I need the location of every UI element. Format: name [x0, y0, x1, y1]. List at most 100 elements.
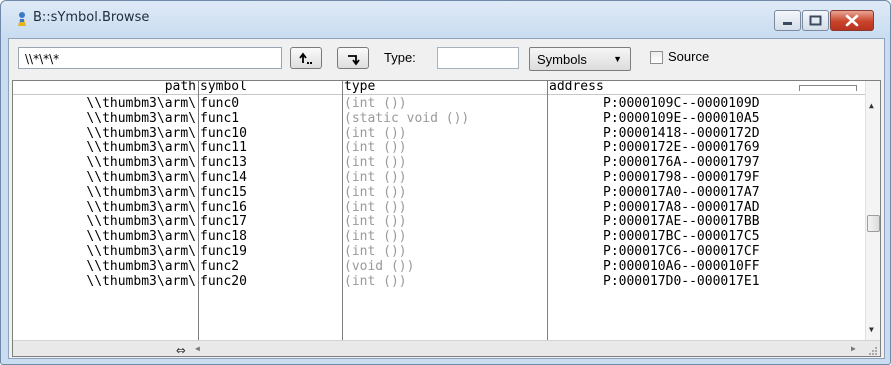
window-title: B::sYmbol.Browse — [33, 10, 150, 25]
cell-symbol: func17 — [200, 214, 247, 230]
cell-address: P:000010A6--000010FF — [603, 258, 760, 274]
cell-symbol: func13 — [200, 155, 247, 171]
table-row[interactable]: \\thumbm3\arm\ func1 (static void ()) P:000… — [13, 111, 868, 126]
table-row[interactable]: \\thumbm3\arm\ func19 (int ()) P:000017C6--… — [13, 244, 868, 259]
cell-type: (int ()) — [344, 155, 407, 171]
cell-symbol: func0 — [200, 96, 240, 111]
header-path[interactable]: path — [13, 81, 196, 94]
table-row[interactable]: \\thumbm3\arm\ func0 (int ()) P:0000109C--0… — [13, 96, 868, 111]
up-button[interactable] — [290, 47, 322, 69]
cell-symbol: func14 — [200, 170, 247, 185]
cell-type: (int ()) — [344, 199, 407, 215]
symbol-table[interactable]: path symbol type address \\thumbm3\arm\ f… — [12, 80, 881, 357]
scroll-thumb[interactable] — [867, 215, 880, 232]
table-row[interactable]: \\thumbm3\arm\ func14 (int ()) P:00001798--… — [13, 170, 868, 185]
cell-address: P:00001798--0000179F — [603, 170, 760, 185]
close-button[interactable] — [830, 10, 874, 31]
source-label: Source — [668, 49, 710, 64]
client-area: \\*\*\* Type: Symbols ▼ Source path symb… — [8, 38, 885, 359]
cell-type: (int ()) — [344, 96, 407, 111]
cell-symbol: func20 — [200, 273, 247, 289]
maximize-button[interactable] — [802, 10, 829, 31]
table-row[interactable]: \\thumbm3\arm\ func11 (int ()) P:0000172E--… — [13, 140, 868, 155]
table-row[interactable]: \\thumbm3\arm\ func16 (int ()) P:000017A8--… — [13, 200, 868, 215]
symbols-select-value: Symbols — [537, 52, 587, 67]
header-divider — [13, 94, 880, 95]
cell-path: \\thumbm3\arm\ — [86, 229, 196, 245]
table-row[interactable]: \\thumbm3\arm\ func2 (void ()) P:000010A6--… — [13, 259, 868, 274]
return-arrow-icon — [348, 55, 360, 66]
table-row[interactable]: \\thumbm3\arm\ func13 (int ()) P:0000176A--… — [13, 155, 868, 170]
cell-address: P:000017D0--000017E1 — [603, 273, 760, 289]
cell-address: P:00001418--0000172D — [603, 125, 760, 141]
cell-address: P:0000172E--00001769 — [603, 140, 760, 156]
cell-path: \\thumbm3\arm\ — [86, 170, 196, 185]
cell-type: (int ()) — [344, 140, 407, 156]
cell-type: (void ()) — [344, 258, 415, 274]
cell-path: \\thumbm3\arm\ — [86, 155, 196, 171]
cell-symbol: func16 — [200, 199, 247, 215]
source-checkbox[interactable] — [650, 51, 663, 64]
table-row[interactable]: \\thumbm3\arm\ func15 (int ()) P:000017A0--… — [13, 185, 868, 200]
up-arrow-icon — [299, 52, 312, 64]
cell-path: \\thumbm3\arm\ — [86, 244, 196, 259]
return-button[interactable] — [337, 47, 369, 69]
vertical-scrollbar[interactable]: ▲ ▼ — [865, 81, 880, 340]
header-symbol[interactable]: symbol — [200, 81, 247, 94]
table-row[interactable]: \\thumbm3\arm\ func17 (int ()) P:000017AE--… — [13, 214, 868, 229]
resize-grip-icon[interactable] — [867, 345, 878, 356]
cell-symbol: func15 — [200, 184, 247, 200]
cell-path: \\thumbm3\arm\ — [86, 214, 196, 230]
header-type[interactable]: type — [344, 81, 375, 94]
type-input[interactable] — [437, 47, 519, 69]
cell-address: P:0000176A--00001797 — [603, 155, 760, 171]
cell-type: (static void ()) — [344, 110, 470, 126]
cell-path: \\thumbm3\arm\ — [86, 110, 196, 126]
cell-path: \\thumbm3\arm\ — [86, 199, 196, 215]
person-icon — [18, 12, 26, 26]
cell-path: \\thumbm3\arm\ — [86, 258, 196, 274]
cell-address: P:000017AE--000017BB — [603, 214, 760, 230]
filter-input[interactable]: \\*\*\* — [18, 47, 282, 69]
type-label: Type: — [384, 50, 416, 65]
scroll-up-icon[interactable]: ▲ — [869, 101, 874, 110]
cell-symbol: func18 — [200, 229, 247, 245]
cell-address: P:000017A0--000017A7 — [603, 184, 760, 200]
cell-type: (int ()) — [344, 229, 407, 245]
cell-symbol: func10 — [200, 125, 247, 141]
cell-type: (int ()) — [344, 125, 407, 141]
table-header: path symbol type address — [13, 81, 880, 94]
cell-path: \\thumbm3\arm\ — [86, 140, 196, 156]
scroll-right-icon[interactable]: ▶ — [851, 344, 856, 353]
scroll-down-icon[interactable]: ▼ — [869, 325, 874, 334]
cell-address: P:0000109C--0000109D — [603, 96, 760, 111]
maximize-icon — [809, 15, 822, 26]
table-row[interactable]: \\thumbm3\arm\ func10 (int ()) P:00001418--… — [13, 126, 868, 141]
title-bar[interactable]: B::sYmbol.Browse — [1, 1, 890, 37]
cell-type: (int ()) — [344, 184, 407, 200]
cell-symbol: func1 — [200, 110, 240, 126]
chevron-down-icon: ▼ — [613, 54, 622, 64]
table-row[interactable]: \\thumbm3\arm\ func18 (int ()) P:000017BC--… — [13, 229, 868, 244]
scroll-left-icon[interactable]: ◀ — [195, 344, 200, 353]
header-spacer — [799, 85, 857, 91]
minimize-button[interactable] — [774, 10, 801, 31]
cell-symbol: func19 — [200, 244, 247, 259]
cell-type: (int ()) — [344, 214, 407, 230]
column-resize-icon[interactable]: ⇔ — [176, 342, 186, 357]
toolbar: \\*\*\* Type: Symbols ▼ Source — [9, 39, 884, 79]
table-row[interactable]: \\thumbm3\arm\ func20 (int ()) P:000017D0--… — [13, 274, 868, 289]
cell-path: \\thumbm3\arm\ — [86, 96, 196, 111]
cell-address: P:000017BC--000017C5 — [603, 229, 760, 245]
cell-path: \\thumbm3\arm\ — [86, 273, 196, 289]
cell-path: \\thumbm3\arm\ — [86, 184, 196, 200]
close-icon — [845, 14, 859, 27]
header-address[interactable]: address — [549, 81, 604, 94]
cell-symbol: func2 — [200, 258, 240, 274]
symbols-select[interactable]: Symbols ▼ — [529, 47, 631, 71]
cell-address: P:0000109E--000010A5 — [603, 110, 760, 126]
cell-path: \\thumbm3\arm\ — [86, 125, 196, 141]
window: B::sYmbol.Browse \\*\*\* Type: Symbols ▼… — [0, 0, 891, 365]
horizontal-scrollbar[interactable]: ⇔ ◀ ▶ — [13, 340, 880, 357]
cell-type: (int ()) — [344, 273, 407, 289]
